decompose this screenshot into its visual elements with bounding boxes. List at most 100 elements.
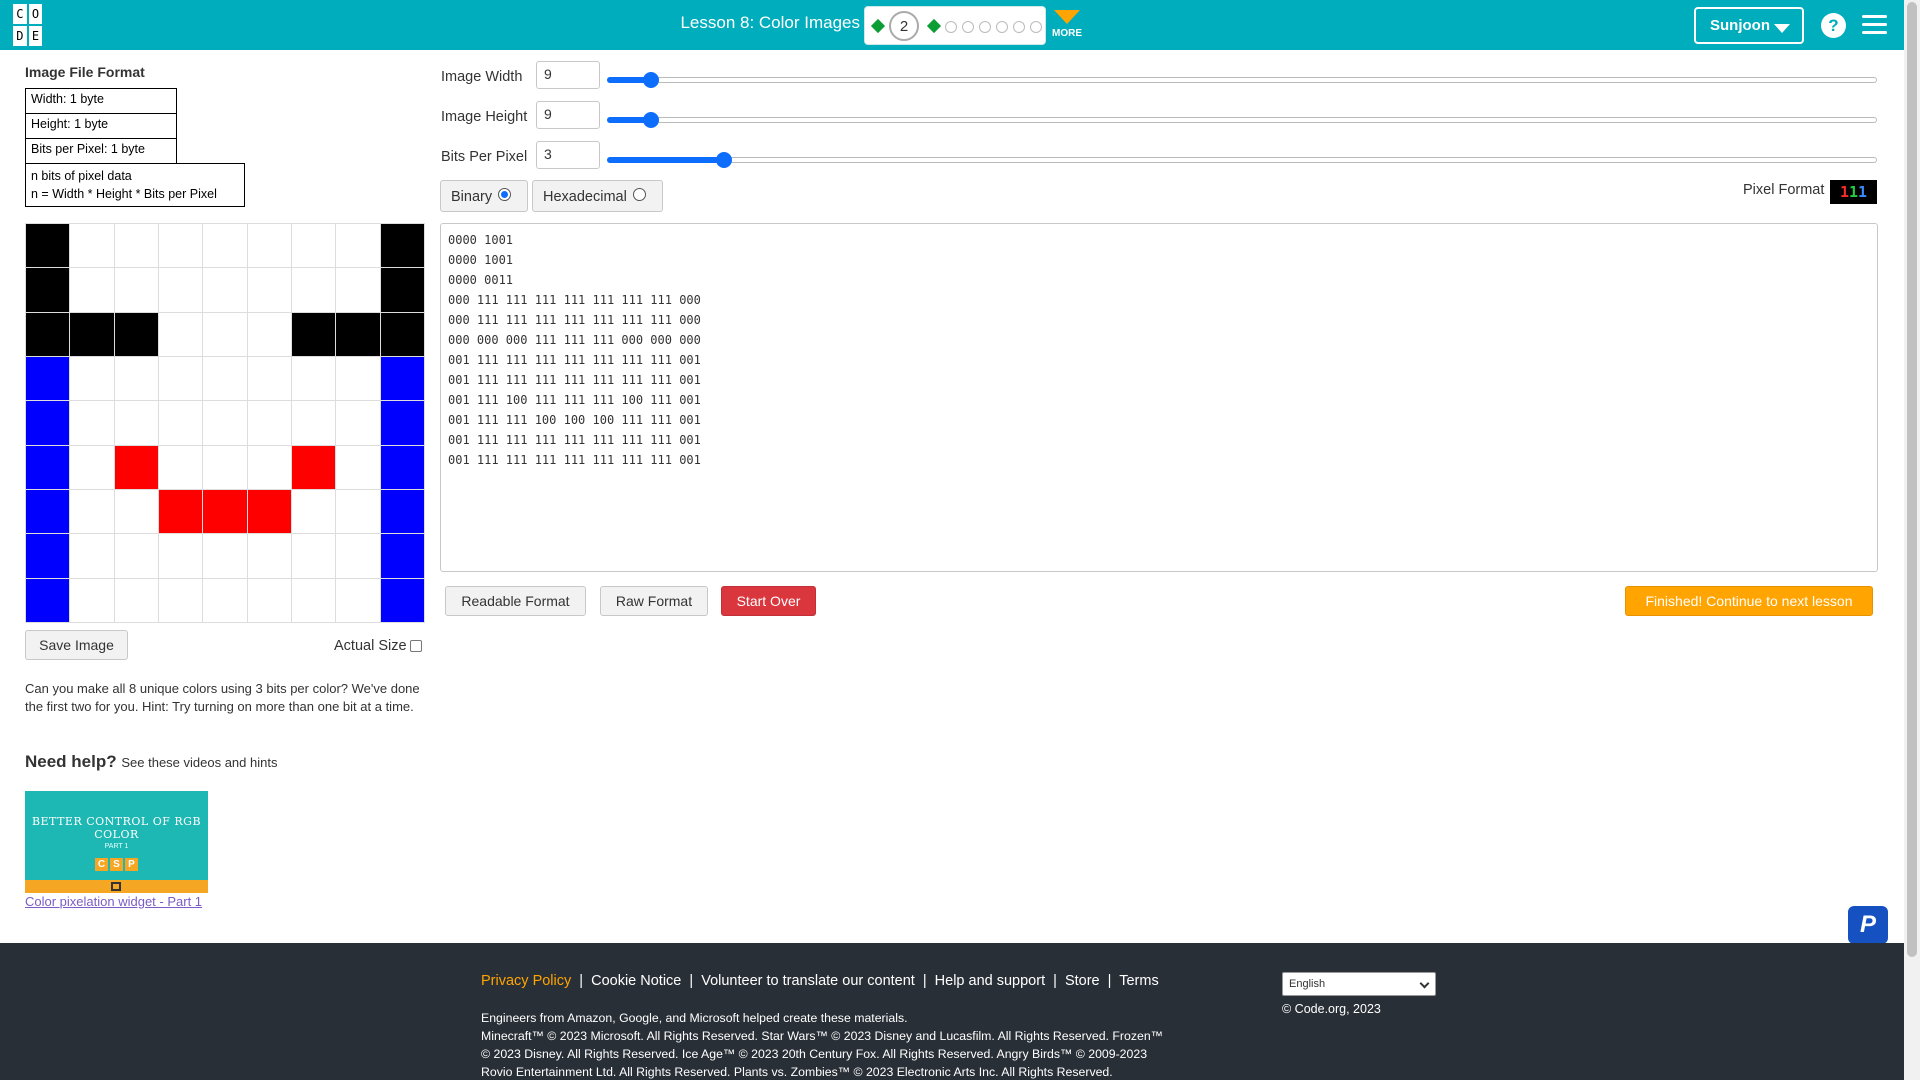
pixel-cell[interactable] bbox=[247, 356, 292, 402]
pixel-cell[interactable] bbox=[70, 268, 115, 313]
pixel-cell[interactable] bbox=[247, 578, 292, 623]
pixel-cell[interactable] bbox=[158, 534, 204, 579]
pixel-cell[interactable] bbox=[114, 445, 159, 490]
pixel-cell[interactable] bbox=[380, 356, 425, 402]
level-diamond-completed[interactable] bbox=[926, 18, 942, 34]
floating-p-icon[interactable]: P bbox=[1848, 906, 1888, 944]
binary-data-textarea[interactable]: 0000 1001 0000 1001 0000 0011 000 111 111 1… bbox=[440, 223, 1878, 572]
bits-per-pixel-input[interactable]: 3 bbox=[536, 141, 600, 169]
pixel-cell[interactable] bbox=[336, 356, 381, 402]
pixel-cell[interactable] bbox=[203, 578, 248, 623]
code-org-logo[interactable]: C O D E bbox=[13, 4, 58, 46]
pixel-cell[interactable] bbox=[291, 578, 337, 623]
image-width-input[interactable]: 9 bbox=[536, 61, 600, 89]
pixel-cell[interactable] bbox=[247, 534, 292, 579]
help-support-link[interactable]: Help and support bbox=[935, 973, 1045, 989]
pixel-cell[interactable] bbox=[203, 312, 248, 357]
pixel-cell[interactable] bbox=[291, 534, 337, 579]
pixel-cell[interactable] bbox=[158, 268, 204, 313]
pixel-cell[interactable] bbox=[336, 445, 381, 490]
pixel-cell[interactable] bbox=[336, 268, 381, 313]
pixel-cell[interactable] bbox=[380, 489, 425, 535]
pixel-cell[interactable] bbox=[114, 578, 159, 623]
pixel-cell[interactable] bbox=[114, 224, 159, 269]
pixel-cell[interactable] bbox=[26, 312, 71, 357]
pixel-cell[interactable] bbox=[203, 534, 248, 579]
pixel-cell[interactable] bbox=[203, 268, 248, 313]
actual-size-checkbox[interactable] bbox=[409, 640, 422, 652]
pixel-cell[interactable] bbox=[70, 578, 115, 623]
pixel-cell[interactable] bbox=[291, 401, 337, 446]
image-width-slider[interactable] bbox=[607, 70, 1877, 90]
pixel-cell[interactable] bbox=[336, 401, 381, 446]
slider-handle[interactable] bbox=[643, 72, 659, 88]
finished-continue-button[interactable]: Finished! Continue to next lesson bbox=[1625, 586, 1873, 616]
lesson-title[interactable]: Lesson 8: Color Images bbox=[670, 13, 860, 33]
pixel-cell[interactable] bbox=[114, 356, 159, 402]
pixel-cell[interactable] bbox=[291, 224, 337, 269]
user-menu-button[interactable]: Sunjoon bbox=[1694, 7, 1804, 44]
binary-radio[interactable] bbox=[498, 188, 512, 201]
pixel-cell[interactable] bbox=[26, 445, 71, 490]
hexadecimal-radio[interactable] bbox=[632, 188, 646, 201]
pixel-cell[interactable] bbox=[114, 312, 159, 357]
level-dot[interactable] bbox=[979, 21, 991, 33]
pixel-cell[interactable] bbox=[203, 224, 248, 269]
pixel-cell[interactable] bbox=[336, 578, 381, 623]
pixel-cell[interactable] bbox=[247, 445, 292, 490]
pixel-cell[interactable] bbox=[70, 489, 115, 535]
pixel-cell[interactable] bbox=[336, 534, 381, 579]
binary-option[interactable]: Binary bbox=[440, 180, 528, 212]
pixel-cell[interactable] bbox=[247, 401, 292, 446]
pixel-cell[interactable] bbox=[291, 268, 337, 313]
pixel-cell[interactable] bbox=[70, 534, 115, 579]
current-level-bubble[interactable]: 2 bbox=[889, 11, 919, 41]
image-height-slider[interactable] bbox=[607, 110, 1877, 130]
pixel-cell[interactable] bbox=[26, 578, 71, 623]
pixel-cell[interactable] bbox=[26, 224, 71, 269]
cookie-notice-link[interactable]: Cookie Notice bbox=[591, 973, 681, 989]
pixel-cell[interactable] bbox=[380, 534, 425, 579]
privacy-policy-link[interactable]: Privacy Policy bbox=[481, 973, 571, 989]
pixel-cell[interactable] bbox=[336, 312, 381, 357]
pixel-cell[interactable] bbox=[158, 356, 204, 402]
pixel-cell[interactable] bbox=[158, 401, 204, 446]
level-dot[interactable] bbox=[1013, 21, 1025, 33]
pixel-cell[interactable] bbox=[114, 489, 159, 535]
readable-format-button[interactable]: Readable Format bbox=[445, 586, 586, 616]
pixel-cell[interactable] bbox=[158, 578, 204, 623]
volunteer-translate-link[interactable]: Volunteer to translate our content bbox=[701, 973, 915, 989]
pixel-cell[interactable] bbox=[114, 401, 159, 446]
level-dot[interactable] bbox=[996, 21, 1008, 33]
pixel-cell[interactable] bbox=[380, 312, 425, 357]
pixel-cell[interactable] bbox=[247, 489, 292, 535]
pixel-cell[interactable] bbox=[26, 356, 71, 402]
language-select[interactable]: English bbox=[1282, 972, 1436, 996]
more-levels-button[interactable]: MORE bbox=[1052, 6, 1082, 46]
save-image-button[interactable]: Save Image bbox=[25, 630, 128, 660]
pixel-cell[interactable] bbox=[70, 224, 115, 269]
pixel-cell[interactable] bbox=[26, 401, 71, 446]
scrollbar-thumb[interactable] bbox=[1907, 2, 1917, 957]
help-icon[interactable]: ? bbox=[1821, 13, 1846, 38]
pixel-cell[interactable] bbox=[291, 445, 337, 490]
pixel-cell[interactable] bbox=[247, 312, 292, 357]
pixel-cell[interactable] bbox=[336, 224, 381, 269]
video-thumbnail[interactable]: BETTER CONTROL OF RGB COLOR PART 1 C S P bbox=[25, 791, 208, 893]
pixel-cell[interactable] bbox=[158, 445, 204, 490]
pixel-cell[interactable] bbox=[70, 356, 115, 402]
hexadecimal-option[interactable]: Hexadecimal bbox=[532, 180, 663, 212]
pixel-cell[interactable] bbox=[380, 224, 425, 269]
video-link[interactable]: Color pixelation widget - Part 1 bbox=[25, 894, 202, 909]
pixel-cell[interactable] bbox=[203, 489, 248, 535]
store-link[interactable]: Store bbox=[1065, 973, 1100, 989]
level-dot[interactable] bbox=[962, 21, 974, 33]
terms-link[interactable]: Terms bbox=[1119, 973, 1158, 989]
pixel-cell[interactable] bbox=[247, 268, 292, 313]
pixel-cell[interactable] bbox=[247, 224, 292, 269]
pixel-cell[interactable] bbox=[158, 224, 204, 269]
pixel-cell[interactable] bbox=[70, 312, 115, 357]
pixel-cell[interactable] bbox=[380, 268, 425, 313]
slider-handle[interactable] bbox=[643, 112, 659, 128]
pixel-cell[interactable] bbox=[26, 489, 71, 535]
